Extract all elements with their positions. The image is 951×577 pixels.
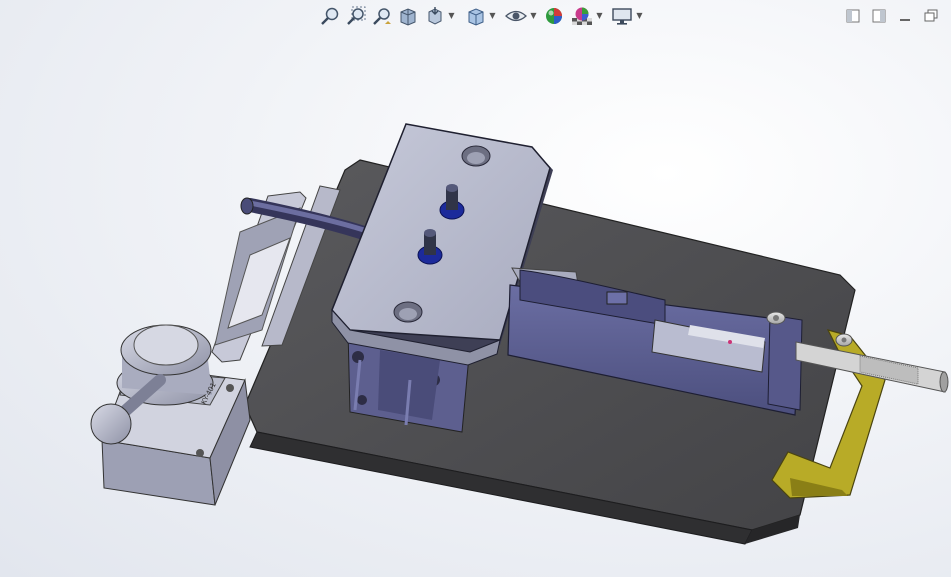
end-block[interactable] <box>766 311 803 411</box>
fixture-assembly-model[interactable]: KY-401 <box>0 0 951 577</box>
graphics-area[interactable]: KY-401 <box>0 34 951 577</box>
